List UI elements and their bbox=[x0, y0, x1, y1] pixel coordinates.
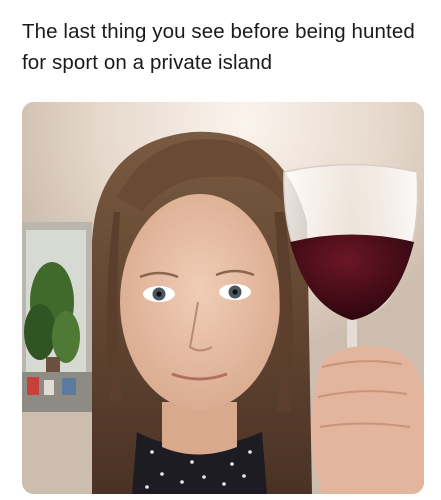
meme-photo bbox=[22, 102, 424, 494]
meme-caption: The last thing you see before being hunt… bbox=[22, 20, 415, 74]
photo-illustration bbox=[22, 102, 424, 494]
hand bbox=[312, 346, 424, 494]
